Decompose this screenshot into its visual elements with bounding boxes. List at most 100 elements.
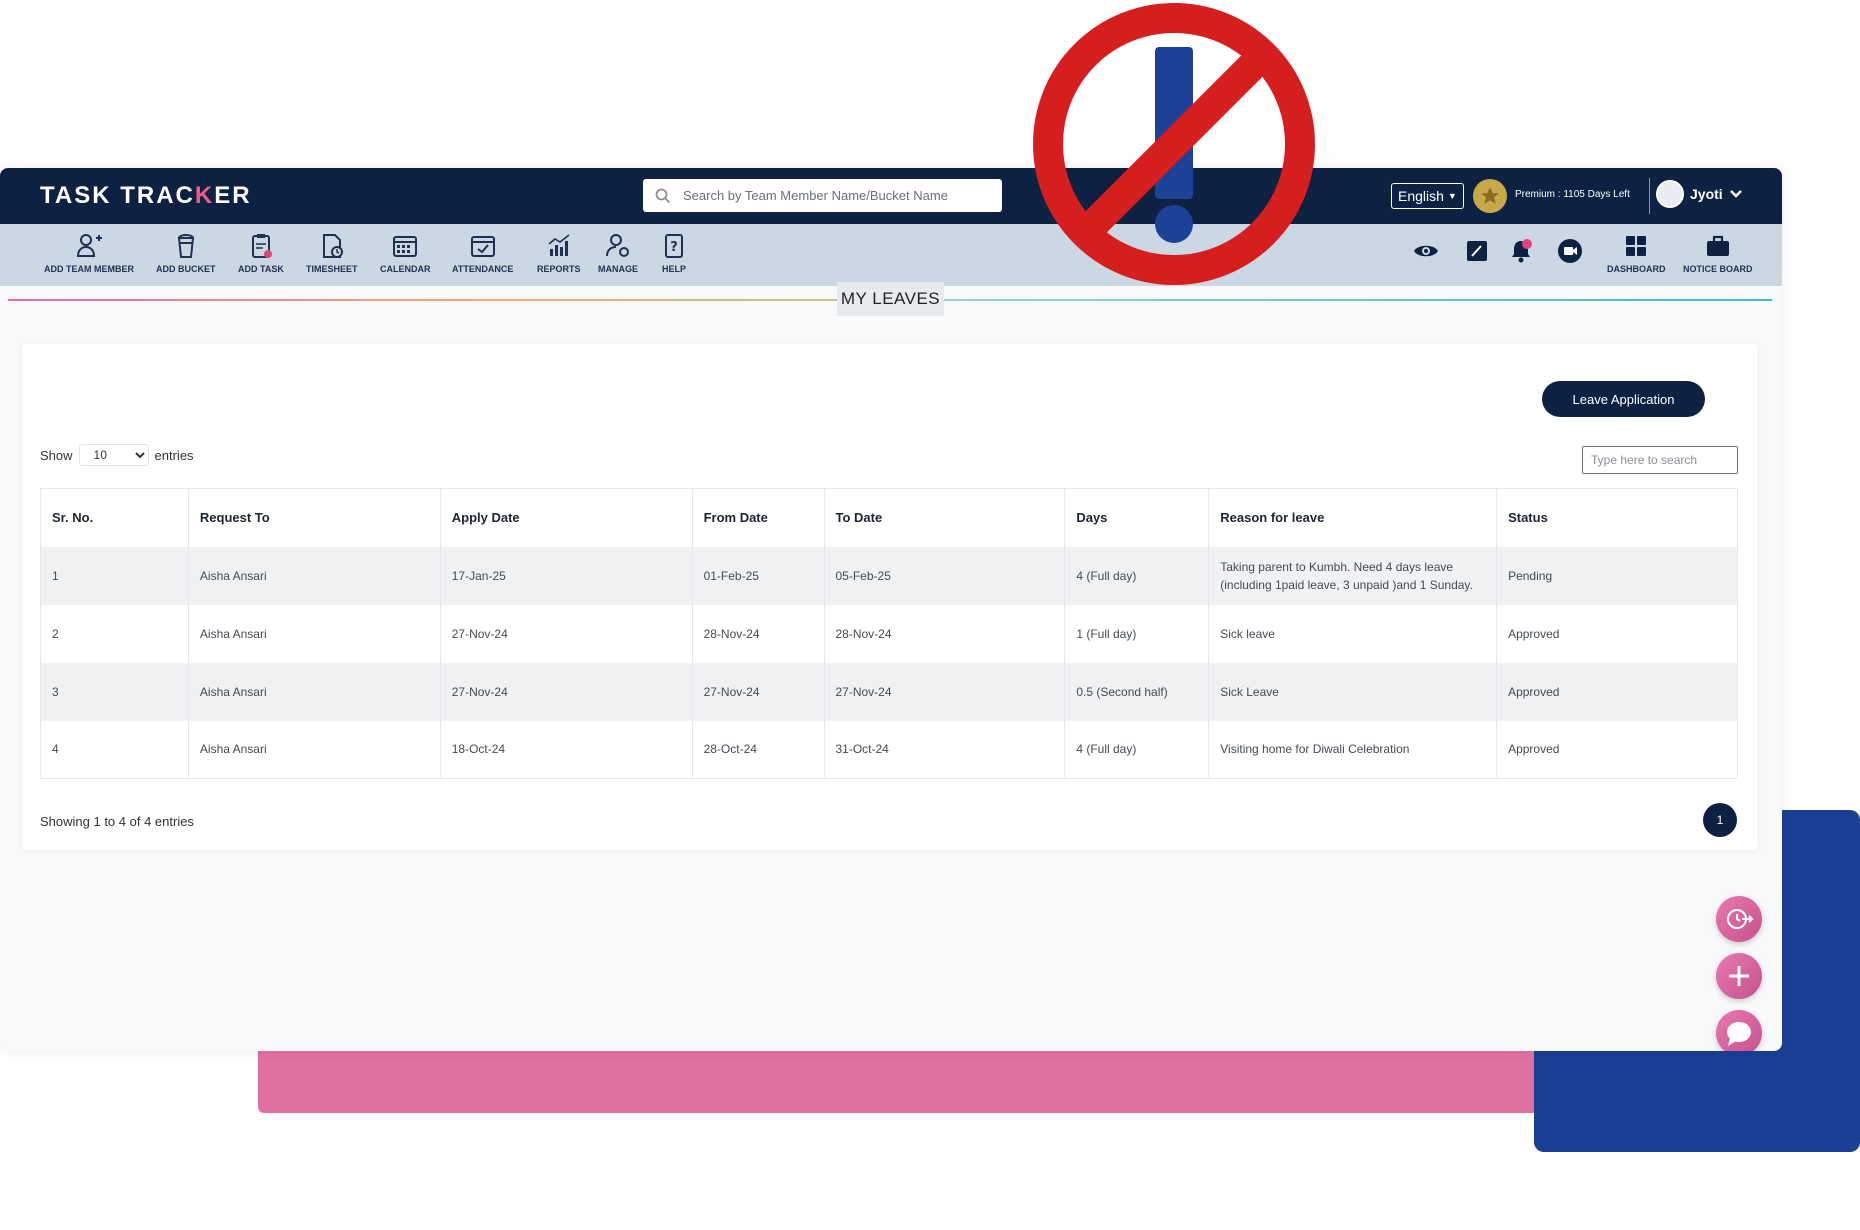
cell-apply-date: 18-Oct-24 <box>440 720 693 779</box>
divider <box>1649 178 1650 214</box>
cell-from-date: 28-Nov-24 <box>692 604 825 663</box>
calendar-check-icon <box>470 236 495 257</box>
cell-request-to: Aisha Ansari <box>188 604 441 663</box>
calendar-icon <box>393 236 418 257</box>
leave-application-button[interactable]: Leave Application <box>1542 381 1705 417</box>
help-button[interactable]: ? HELP <box>660 232 688 274</box>
column-header[interactable]: Status <box>1496 488 1738 547</box>
grid-icon <box>1626 236 1647 256</box>
user-name: Jyoti <box>1690 186 1723 202</box>
bell-icon <box>1512 239 1532 263</box>
video-icon <box>1558 239 1582 263</box>
app-logo[interactable]: TASK TRACKER <box>40 182 252 210</box>
notice-board-button[interactable]: NOTICE BOARD <box>1683 232 1753 274</box>
cell-status: Pending <box>1496 546 1738 605</box>
chevron-down-icon <box>1729 190 1742 198</box>
toolbar-label: REPORTS <box>537 264 581 274</box>
manage-button[interactable]: MANAGE <box>598 232 638 274</box>
dashboard-button[interactable]: DASHBOARD <box>1607 232 1666 274</box>
video-call-button[interactable] <box>1557 238 1583 269</box>
edit-button[interactable] <box>1464 238 1490 269</box>
view-button[interactable] <box>1413 238 1439 269</box>
cell-reason: Sick Leave <box>1208 662 1498 721</box>
column-header[interactable]: Request To <box>188 488 441 547</box>
clipboard-icon <box>251 234 272 258</box>
toolbar-label: MANAGE <box>598 264 638 274</box>
logo-text: TASK TRAC <box>40 182 195 209</box>
cell-to-date: 31-Oct-24 <box>824 720 1066 779</box>
table-row: 2 Aisha Ansari 27-Nov-24 28-Nov-24 28-No… <box>40 604 1738 663</box>
cell-days: 0.5 (Second half) <box>1064 662 1210 721</box>
avatar <box>1656 180 1684 208</box>
cell-reason: Taking parent to Kumbh. Need 4 days leav… <box>1208 546 1498 605</box>
attendance-button[interactable]: ATTENDANCE <box>452 232 513 274</box>
cell-status: Approved <box>1496 662 1738 721</box>
pagination-page-button[interactable]: 1 <box>1703 803 1737 837</box>
timesheet-icon <box>322 234 343 258</box>
search-icon <box>643 179 683 212</box>
help-icon: ? <box>665 234 683 258</box>
leaves-table: Sr. No. Request To Apply Date From Date … <box>40 488 1738 779</box>
plus-icon <box>1729 966 1749 986</box>
toolbar-label: DASHBOARD <box>1607 264 1666 274</box>
cell-apply-date: 27-Nov-24 <box>440 662 693 721</box>
logo-text-end: ER <box>214 182 252 209</box>
toolbar-label: ADD TEAM MEMBER <box>44 264 134 274</box>
language-dropdown[interactable]: English ▼ <box>1391 183 1464 209</box>
column-header[interactable]: Sr. No. <box>40 488 189 547</box>
add-team-member-button[interactable]: ADD TEAM MEMBER <box>44 232 134 274</box>
premium-star-icon[interactable] <box>1473 179 1507 213</box>
title-divider-right <box>944 299 1772 301</box>
table-row: 3 Aisha Ansari 27-Nov-24 27-Nov-24 27-No… <box>40 662 1738 721</box>
column-header[interactable]: Reason for leave <box>1208 488 1498 547</box>
cell-from-date: 28-Oct-24 <box>692 720 825 779</box>
column-header[interactable]: To Date <box>824 488 1066 547</box>
column-header[interactable]: Apply Date <box>440 488 693 547</box>
add-bucket-button[interactable]: ADD BUCKET <box>156 232 216 274</box>
leaves-card: Leave Application Show 10 entries Sr. No… <box>22 344 1757 850</box>
reports-button[interactable]: REPORTS <box>537 232 581 274</box>
logo-accent: K <box>194 182 215 209</box>
calendar-button[interactable]: CALENDAR <box>380 232 431 274</box>
cell-status: Approved <box>1496 604 1738 663</box>
toolbar-label: TIMESHEET <box>306 264 358 274</box>
show-entries-control: Show 10 entries <box>40 444 194 466</box>
column-header[interactable]: Days <box>1064 488 1210 547</box>
prohibited-warning-icon <box>1033 3 1315 285</box>
add-task-button[interactable]: ADD TASK <box>238 232 284 274</box>
briefcase-icon <box>1706 235 1729 256</box>
toolbar: ADD TEAM MEMBER ADD BUCKET ADD TASK TIME… <box>0 224 1782 286</box>
cell-sr-no: 4 <box>40 720 189 779</box>
manage-user-icon <box>606 234 629 257</box>
svg-text:?: ? <box>670 240 678 255</box>
chat-fab[interactable] <box>1716 1010 1762 1051</box>
table-row: 1 Aisha Ansari 17-Jan-25 01-Feb-25 05-Fe… <box>40 546 1738 605</box>
cell-reason: Sick leave <box>1208 604 1498 663</box>
cell-to-date: 27-Nov-24 <box>824 662 1066 721</box>
timesheet-button[interactable]: TIMESHEET <box>306 232 358 274</box>
clock-arrow-icon <box>1727 909 1754 929</box>
table-search-input[interactable] <box>1582 446 1738 474</box>
user-menu[interactable]: Jyoti <box>1656 180 1743 208</box>
table-row: 4 Aisha Ansari 18-Oct-24 28-Oct-24 31-Oc… <box>40 720 1738 779</box>
premium-status: Premium : 1105 Days Left <box>1515 189 1630 200</box>
time-log-fab[interactable] <box>1716 896 1762 942</box>
cell-from-date: 27-Nov-24 <box>692 662 825 721</box>
toolbar-label: NOTICE BOARD <box>1683 264 1753 274</box>
page-size-select[interactable]: 10 <box>78 444 149 466</box>
show-label: Show <box>40 447 73 463</box>
notifications-button[interactable] <box>1508 238 1534 269</box>
column-header[interactable]: From Date <box>692 488 825 547</box>
title-divider-left <box>8 299 837 301</box>
page-title: MY LEAVES <box>837 282 944 316</box>
add-user-icon <box>76 234 102 257</box>
table-header-row: Sr. No. Request To Apply Date From Date … <box>40 488 1738 547</box>
chat-bubble-icon <box>1727 1022 1751 1046</box>
cell-days: 4 (Full day) <box>1064 546 1210 605</box>
cell-status: Approved <box>1496 720 1738 779</box>
search-input[interactable] <box>683 188 983 203</box>
add-fab[interactable] <box>1716 953 1762 999</box>
cell-sr-no: 3 <box>40 662 189 721</box>
cell-to-date: 05-Feb-25 <box>824 546 1066 605</box>
eye-icon <box>1414 245 1438 257</box>
